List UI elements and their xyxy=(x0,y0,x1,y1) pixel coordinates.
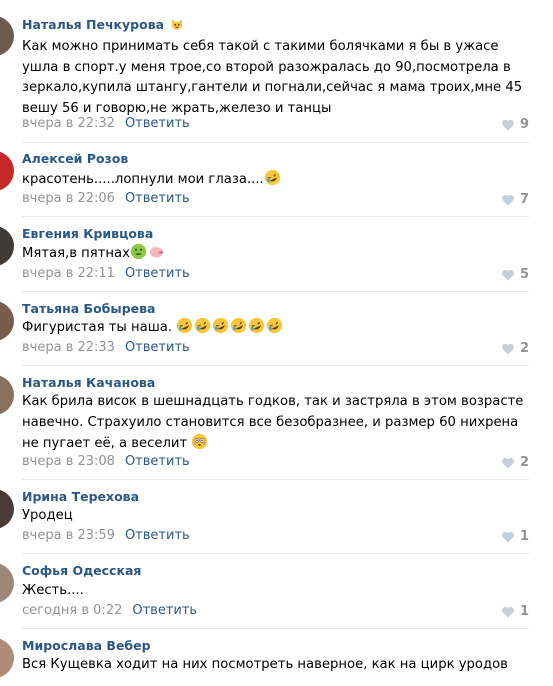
reply-link[interactable]: Ответить xyxy=(132,603,197,618)
rolling-on-floor-laughing-emoji xyxy=(195,317,211,334)
author-name[interactable]: Евгения Кривцова xyxy=(22,226,153,241)
like-button[interactable]: 5 xyxy=(501,267,529,282)
comment-author[interactable]: Мирослава Вебер xyxy=(22,638,151,653)
heart-icon xyxy=(501,269,514,281)
comment-meta: сегодня в 0:22 Ответить xyxy=(22,603,197,618)
pig-emoji xyxy=(149,245,164,258)
comment-author[interactable]: Алексей Розов xyxy=(22,151,128,166)
like-count: 7 xyxy=(519,192,529,207)
comment-time[interactable]: вчера в 22:11 xyxy=(22,266,115,281)
avatar[interactable] xyxy=(0,151,14,191)
like-count: 2 xyxy=(519,455,529,470)
author-name[interactable]: Наталья Качанова xyxy=(22,375,155,390)
avatar[interactable] xyxy=(0,16,14,56)
comment-time[interactable]: вчера в 22:33 xyxy=(22,340,115,355)
like-button[interactable]: 9 xyxy=(501,117,529,132)
like-count: 1 xyxy=(519,529,529,544)
comment-meta: вчера в 23:08 Ответить xyxy=(22,454,190,469)
heart-icon xyxy=(501,531,514,543)
like-button[interactable]: 1 xyxy=(501,529,529,544)
flushed-face-emoji xyxy=(192,433,208,450)
author-name[interactable]: Татьяна Бобырева xyxy=(22,301,155,316)
comment-text: Фигуристая ты наша. xyxy=(22,317,530,339)
reply-link[interactable]: Ответить xyxy=(125,116,190,131)
rolling-on-floor-laughing-emoji xyxy=(267,317,283,334)
comment-text: Как брила висок в шешнадцать годков, так… xyxy=(22,392,530,455)
comment-separator xyxy=(22,291,529,292)
comment-meta: вчера в 22:33 Ответить xyxy=(22,340,190,355)
like-button[interactable]: 7 xyxy=(501,192,529,207)
heart-icon xyxy=(501,457,514,469)
rolling-on-floor-laughing-emoji xyxy=(264,169,280,186)
heart-icon xyxy=(501,606,514,618)
avatar[interactable] xyxy=(0,638,14,678)
comment-meta: вчера в 22:32 Ответить xyxy=(22,116,190,131)
avatar[interactable] xyxy=(0,563,14,603)
like-button[interactable]: 1 xyxy=(501,604,529,619)
like-count: 9 xyxy=(519,117,529,132)
heart-icon xyxy=(501,119,514,131)
author-name[interactable]: Наталья Печкурова xyxy=(22,17,164,32)
avatar[interactable] xyxy=(0,301,14,341)
comment-time[interactable]: вчера в 23:59 xyxy=(22,528,115,543)
comment-author[interactable]: Ирина Терехова xyxy=(22,489,139,504)
nauseated-face-emoji xyxy=(130,243,147,260)
comment-separator xyxy=(22,628,529,629)
author-name[interactable]: Софья Одесская xyxy=(22,563,141,578)
reply-link[interactable]: Ответить xyxy=(125,454,190,469)
comment-separator xyxy=(22,365,529,366)
avatar[interactable] xyxy=(0,226,14,266)
comment-separator xyxy=(22,142,529,143)
comment-author[interactable]: Наталья Печкурова xyxy=(22,17,185,32)
comment-meta: вчера в 23:59 Ответить xyxy=(22,528,190,543)
comment-text-content: Как брила висок в шешнадцать годков, так… xyxy=(22,394,524,451)
reply-link[interactable]: Ответить xyxy=(125,191,190,206)
comment-text: Уродец xyxy=(22,508,73,523)
reply-link[interactable]: Ответить xyxy=(125,340,190,355)
comment-text: красотень.....лопнули мои глаза.... xyxy=(22,169,530,191)
comment-separator xyxy=(22,479,529,480)
like-count: 1 xyxy=(519,604,529,619)
author-name[interactable]: Ирина Терехова xyxy=(22,489,139,504)
comment-time[interactable]: вчера в 22:32 xyxy=(22,116,115,131)
comment-meta: вчера в 22:06 Ответить xyxy=(22,191,190,206)
comment-author[interactable]: Софья Одесская xyxy=(22,563,141,578)
author-name[interactable]: Мирослава Вебер xyxy=(22,638,151,653)
comment-separator xyxy=(22,216,529,217)
like-count: 5 xyxy=(519,267,529,282)
comment-time[interactable]: сегодня в 0:22 xyxy=(22,603,122,618)
like-button[interactable]: 2 xyxy=(501,341,529,356)
comment-text-content: Фигуристая ты наша. xyxy=(22,320,173,335)
comment-time[interactable]: вчера в 23:08 xyxy=(22,454,115,469)
reply-link[interactable]: Ответить xyxy=(125,528,190,543)
like-button[interactable]: 2 xyxy=(501,455,529,470)
comment-separator xyxy=(22,553,529,554)
emoji-group xyxy=(176,317,284,335)
comment-text: Жесть.... xyxy=(22,583,84,598)
comment-text: Как можно принимать себя такой с такими … xyxy=(22,39,523,116)
cat-face-emoji xyxy=(172,19,183,30)
comment-author[interactable]: Евгения Кривцова xyxy=(22,226,153,241)
comment-text: Вся Кущевка ходит на них посмотреть наве… xyxy=(22,657,508,672)
comment-meta: вчера в 22:11 Ответить xyxy=(22,266,190,281)
comment-text: Мятая,в пятнах xyxy=(22,243,530,265)
author-name[interactable]: Алексей Розов xyxy=(22,151,128,166)
comment-text-content: красотень.....лопнули мои глаза.... xyxy=(22,172,264,187)
like-count: 2 xyxy=(519,341,529,356)
rolling-on-floor-laughing-emoji xyxy=(231,317,247,334)
reply-link[interactable]: Ответить xyxy=(125,266,190,281)
comment-author[interactable]: Наталья Качанова xyxy=(22,375,155,390)
comment-text-content: Мятая,в пятнах xyxy=(22,246,130,261)
heart-icon xyxy=(501,194,514,206)
rolling-on-floor-laughing-emoji xyxy=(177,317,193,334)
avatar[interactable] xyxy=(0,489,14,529)
comment-time[interactable]: вчера в 22:06 xyxy=(22,191,115,206)
rolling-on-floor-laughing-emoji xyxy=(249,317,265,334)
avatar[interactable] xyxy=(0,375,14,415)
comment-author[interactable]: Татьяна Бобырева xyxy=(22,301,155,316)
rolling-on-floor-laughing-emoji xyxy=(213,317,229,334)
heart-icon xyxy=(501,343,514,355)
